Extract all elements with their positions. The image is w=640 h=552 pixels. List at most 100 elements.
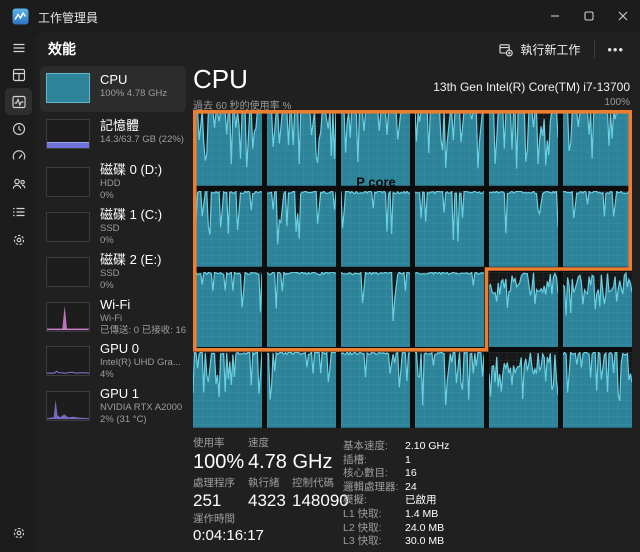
spec-row: 插槽:1 [343, 454, 449, 468]
memory-thumbnail [46, 119, 90, 149]
menu-button[interactable] [5, 34, 32, 61]
cpu-core-graph [563, 352, 632, 428]
sidebar-item-sub2: 0% [100, 235, 186, 247]
users-icon [11, 176, 27, 192]
spec-value: 30.0 MB [405, 535, 444, 549]
spec-row: L1 快取:1.4 MB [343, 508, 449, 522]
settings-gear-icon [11, 525, 27, 541]
sidebar-item-disk2[interactable]: 磁碟 2 (E:) SSD 0% [40, 250, 186, 294]
sidebar-item-sub: SSD [100, 268, 186, 280]
disk2-thumbnail [46, 257, 90, 287]
disk1-thumbnail [46, 212, 90, 242]
spec-value: 1 [405, 454, 411, 468]
stat-value-utilization: 100% [193, 450, 244, 474]
cpu-core-graph [415, 110, 484, 186]
cpu-core-graph [489, 272, 558, 348]
cpu-core-graph [341, 272, 410, 348]
spec-value: 24.0 MB [405, 522, 444, 536]
nav-details[interactable] [5, 198, 32, 225]
minimize-button[interactable] [538, 0, 572, 32]
nav-performance[interactable] [5, 88, 32, 115]
stat-label-speed: 速度 [248, 437, 332, 450]
stat-label-threads: 執行緒 [248, 477, 286, 490]
spec-label: L1 快取: [343, 508, 405, 522]
cpu-core-graph [489, 191, 558, 267]
cpu-core-graph [563, 272, 632, 348]
stat-value-threads: 4323 [248, 490, 286, 511]
hamburger-icon [11, 40, 27, 56]
services-gear-icon [11, 232, 27, 248]
cpu-core-graph [415, 191, 484, 267]
spec-row: L3 快取:30.0 MB [343, 535, 449, 549]
sidebar-item-memory[interactable]: 記憶體 14.3/63.7 GB (22%) [40, 116, 186, 158]
sidebar-item-sub: HDD [100, 178, 186, 190]
app-icon-task-manager [12, 8, 29, 25]
sidebar-item-wifi[interactable]: Wi-Fi Wi-Fi 已傳送: 0 已接收: 16.0 l [40, 295, 186, 339]
stat-value-processes: 251 [193, 490, 235, 511]
sidebar-item-title: GPU 0 [100, 341, 186, 357]
cpu-core-graph [193, 110, 262, 186]
sidebar-item-disk0[interactable]: 磁碟 0 (D:) HDD 0% [40, 160, 186, 204]
sidebar-item-title: Wi-Fi [100, 297, 186, 313]
nav-processes[interactable] [5, 61, 32, 88]
cpu-spec-list: 基本速度:2.10 GHz插槽:1核心數目:16邏輯處理器:24模擬:已啟用L1… [343, 440, 449, 549]
gpu0-spark [47, 347, 89, 375]
disk0-thumbnail [46, 167, 90, 197]
gauge-icon [11, 148, 27, 164]
new-task-icon [498, 42, 513, 57]
sidebar-item-title: CPU [100, 72, 186, 88]
sidebar-item-disk1[interactable]: 磁碟 1 (C:) SSD 0% [40, 205, 186, 249]
cpu-core-graph [489, 352, 558, 428]
sidebar-item-sub: SSD [100, 223, 186, 235]
cpu-core-grid [193, 110, 632, 428]
sidebar-item-sub: NVIDIA RTX A2000 [100, 402, 186, 414]
spec-value: 1.4 MB [405, 508, 438, 522]
nav-services[interactable] [5, 226, 32, 253]
nav-users[interactable] [5, 170, 32, 197]
run-new-task-label: 執行新工作 [520, 41, 580, 58]
cpu-core-graph [489, 110, 558, 186]
cpu-core-graph [267, 110, 336, 186]
spec-label: 核心數目: [343, 467, 405, 481]
maximize-icon [581, 8, 597, 24]
cpu-panel: CPU 13th Gen Intel(R) Core(TM) i7-13700 … [190, 66, 640, 552]
spec-value: 已啟用 [405, 494, 437, 508]
nav-app-history[interactable] [5, 115, 32, 142]
gpu0-thumbnail [46, 346, 90, 376]
stat-label-processes: 處理程序 [193, 477, 235, 490]
cpu-core-graph [563, 110, 632, 186]
history-clock-icon [11, 121, 27, 137]
maximize-button[interactable] [572, 0, 606, 32]
cpu-core-graph [563, 191, 632, 267]
sidebar-item-gpu1[interactable]: GPU 1 NVIDIA RTX A2000 2% (31 °C) [40, 384, 186, 428]
details-list-icon [11, 204, 27, 220]
spec-row: 邏輯處理器:24 [343, 481, 449, 495]
nav-startup-apps[interactable] [5, 142, 32, 169]
sidebar-item-title: GPU 1 [100, 386, 186, 402]
p-core-annotation-label: P core [356, 175, 396, 190]
spec-label: 邏輯處理器: [343, 481, 405, 495]
sidebar-item-title: 記憶體 [100, 118, 186, 134]
settings-button[interactable] [5, 519, 32, 546]
memory-usage-bar [47, 142, 89, 148]
minimize-icon [547, 8, 563, 24]
sidebar-item-cpu[interactable]: CPU 100% 4.78 GHz [40, 66, 186, 112]
sidebar-item-sub2: 2% (31 °C) [100, 414, 186, 426]
stat-label-utilization: 使用率 [193, 437, 244, 450]
run-new-task-button[interactable]: 執行新工作 [488, 36, 590, 63]
more-options-button[interactable]: ••• [599, 38, 632, 61]
spec-value: 24 [405, 481, 417, 495]
spec-label: 插槽: [343, 454, 405, 468]
stat-value-speed: 4.78 GHz [248, 450, 332, 474]
performance-icon [11, 94, 27, 110]
gpu1-spark [47, 392, 89, 420]
cpu-core-graph [193, 352, 262, 428]
processor-name: 13th Gen Intel(R) Core(TM) i7-13700 [433, 80, 630, 94]
window-title: 工作管理員 [38, 9, 98, 26]
titlebar: 工作管理員 [0, 0, 640, 32]
sidebar-item-sub2: 0% [100, 280, 186, 292]
close-button[interactable] [606, 0, 640, 32]
sidebar-item-gpu0[interactable]: GPU 0 Intel(R) UHD Gra... 4% [40, 339, 186, 383]
nav-rail [0, 32, 36, 552]
stat-value-uptime: 0:04:16:17 [193, 526, 264, 545]
